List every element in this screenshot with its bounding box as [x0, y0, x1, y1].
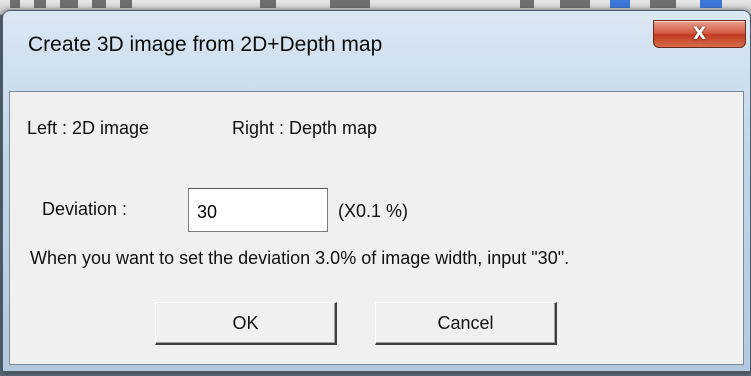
toolbar-icon — [120, 0, 132, 8]
toolbar-icon — [700, 0, 722, 8]
dialog-window: Create 3D image from 2D+Depth map X Left… — [2, 10, 751, 372]
close-icon: X — [692, 24, 707, 44]
window-title: Create 3D image from 2D+Depth map — [28, 33, 383, 56]
title-bar[interactable]: Create 3D image from 2D+Depth map X — [3, 11, 750, 73]
ok-button[interactable]: OK — [155, 302, 337, 345]
toolbar-icon — [520, 0, 534, 8]
toolbar-icon — [560, 0, 590, 8]
deviation-label: Deviation : — [42, 199, 128, 219]
right-depth-map-label: Right : Depth map — [232, 118, 378, 138]
deviation-hint: When you want to set the deviation 3.0% … — [30, 248, 570, 268]
toolbar-icon — [60, 0, 78, 8]
left-image-label: Left : 2D image — [27, 118, 150, 138]
deviation-input[interactable] — [188, 188, 328, 232]
close-button[interactable]: X — [653, 20, 746, 48]
toolbar-icon — [650, 0, 676, 8]
toolbar-icon — [330, 0, 370, 8]
deviation-unit-label: (X0.1 %) — [338, 201, 409, 221]
toolbar-icon — [10, 0, 20, 8]
dialog-body: Left : 2D image Right : Depth map Deviat… — [9, 91, 744, 365]
toolbar-icon — [260, 0, 276, 8]
toolbar-icon — [92, 0, 106, 8]
cancel-button[interactable]: Cancel — [375, 302, 557, 345]
toolbar-icon — [610, 0, 630, 8]
toolbar-icon — [34, 0, 46, 8]
